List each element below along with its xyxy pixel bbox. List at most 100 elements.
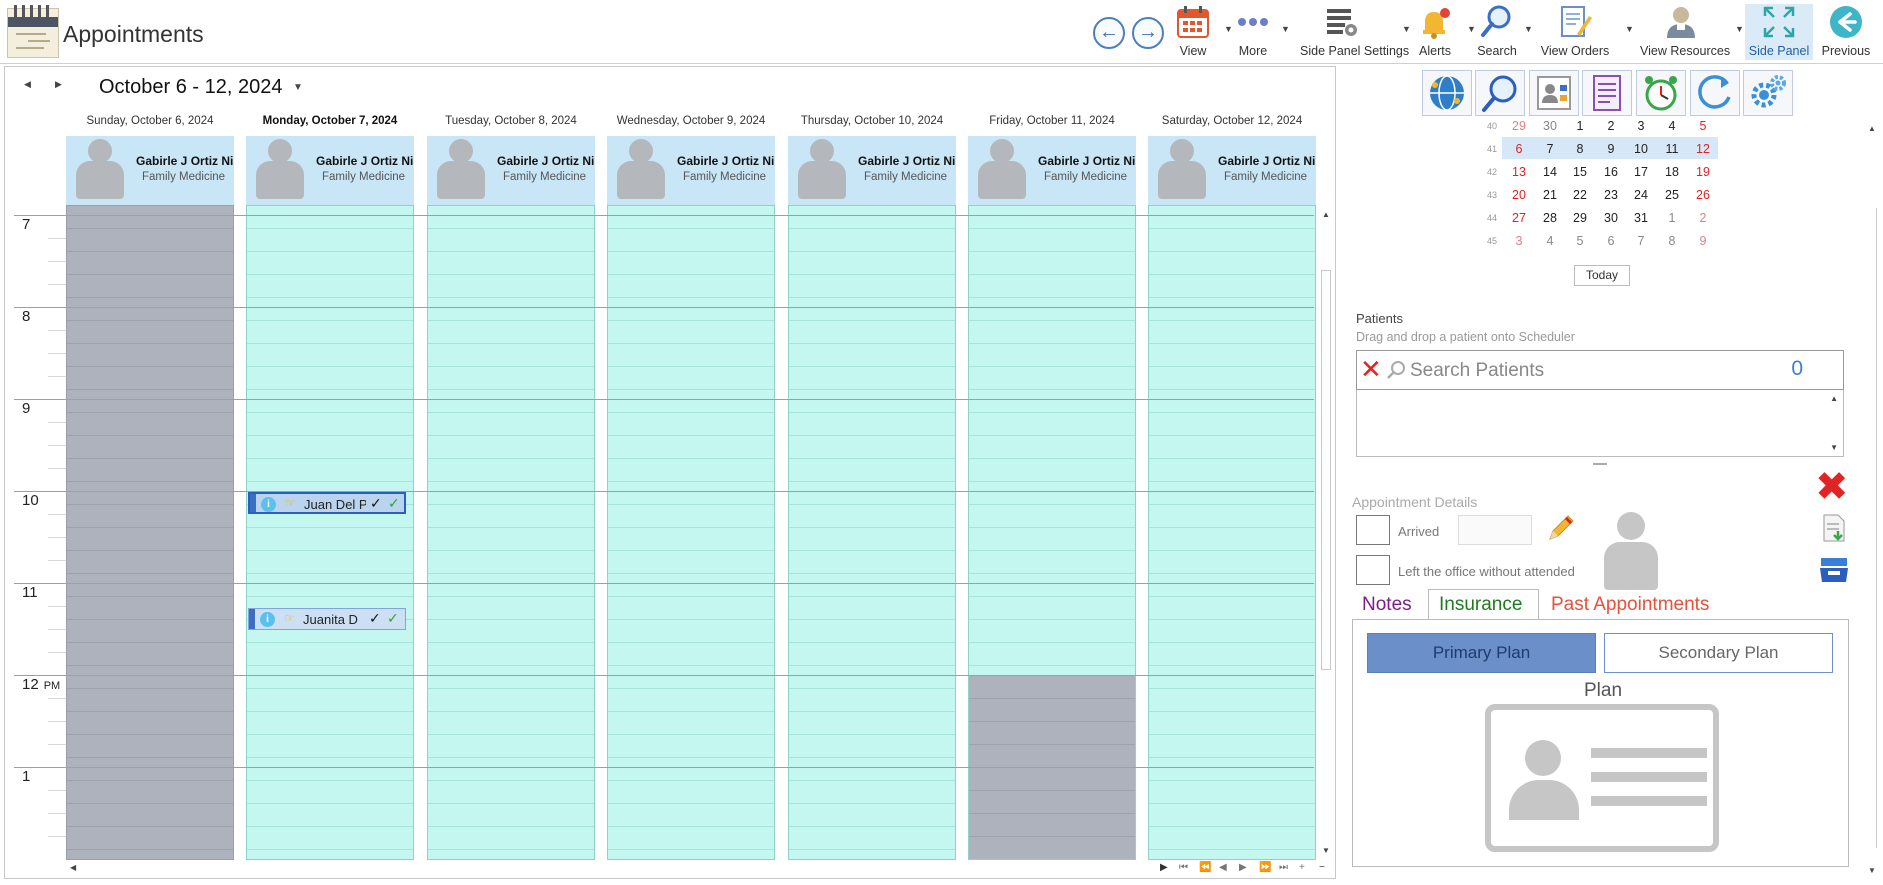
mini-calendar-day[interactable]: 16 <box>1596 165 1626 179</box>
clipboard-icon[interactable] <box>1582 70 1632 116</box>
next-page-icon[interactable]: ⏩ <box>1259 862 1271 873</box>
mini-calendar-day[interactable]: 8 <box>1657 234 1687 248</box>
alerts-button[interactable]: Alerts <box>1415 4 1455 60</box>
caret-right-icon[interactable]: ▶ <box>55 79 62 90</box>
previous-week-arrow-icon[interactable]: ← <box>1093 17 1125 49</box>
search-patients-input[interactable] <box>1410 358 1740 384</box>
patient-list[interactable]: ▲ ▼ <box>1356 390 1844 457</box>
clear-search-icon[interactable]: ✕ <box>1360 355 1382 383</box>
scheduler-vertical-scrollbar[interactable]: ▲ ▼ <box>1318 205 1334 860</box>
mini-calendar-day[interactable]: 28 <box>1535 211 1565 225</box>
archive-tray-icon[interactable] <box>1818 556 1850 584</box>
mini-calendar-day[interactable]: 7 <box>1535 142 1565 156</box>
left-without-attended-checkbox[interactable] <box>1356 555 1390 585</box>
mini-calendar-day[interactable]: 3 <box>1504 234 1534 248</box>
mini-calendar-day[interactable]: 24 <box>1626 188 1656 202</box>
tab-notes[interactable]: Notes <box>1362 594 1412 616</box>
more-dropdown[interactable]: ▼ <box>1276 4 1290 60</box>
mini-calendar-day[interactable]: 12 <box>1688 142 1718 156</box>
first-page-icon[interactable]: ⏮ <box>1179 862 1188 873</box>
scrollbar-thumb[interactable] <box>1321 270 1331 670</box>
mini-calendar-day[interactable]: 10 <box>1626 142 1656 156</box>
mini-calendar-day[interactable]: 8 <box>1565 142 1595 156</box>
scroll-down-icon[interactable]: ▼ <box>1868 866 1876 875</box>
mini-calendar-day[interactable]: 22 <box>1565 188 1595 202</box>
arrived-time-field[interactable] <box>1458 515 1532 545</box>
mini-calendar-day[interactable]: 19 <box>1688 165 1718 179</box>
mini-calendar-day[interactable]: 14 <box>1535 165 1565 179</box>
refresh-icon[interactable] <box>1690 70 1740 116</box>
mini-calendar-day[interactable]: 18 <box>1657 165 1687 179</box>
primary-plan-button[interactable]: Primary Plan <box>1367 633 1596 673</box>
day-column-friday[interactable] <box>968 205 1136 860</box>
search-button[interactable]: Search <box>1477 4 1517 60</box>
view-resources-button[interactable]: View Resources <box>1640 4 1730 60</box>
mini-calendar-day[interactable]: 5 <box>1565 234 1595 248</box>
previous-icon[interactable]: ◀ <box>1219 862 1227 873</box>
caret-left-icon[interactable]: ◀ <box>24 79 31 90</box>
arrived-checkbox[interactable] <box>1356 515 1390 545</box>
scroll-right-icon[interactable]: ▶ <box>1160 862 1168 873</box>
alarm-clock-icon[interactable] <box>1636 70 1686 116</box>
view-orders-button[interactable]: View Orders <box>1541 4 1609 60</box>
resource-header[interactable]: Gabirle J Ortiz Ni Family Medicine <box>246 136 414 206</box>
mini-calendar-day[interactable]: 2 <box>1596 119 1626 133</box>
chevron-down-icon[interactable]: ▼ <box>293 82 303 93</box>
export-document-icon[interactable] <box>1822 513 1848 543</box>
previous-page-icon[interactable]: ⏪ <box>1199 862 1211 873</box>
mini-calendar-day[interactable]: 2 <box>1688 211 1718 225</box>
mini-calendar-day[interactable]: 4 <box>1657 119 1687 133</box>
mini-calendar-day[interactable]: 5 <box>1688 119 1718 133</box>
scroll-left-icon[interactable]: ◀ <box>70 863 76 872</box>
previous-button[interactable]: Previous <box>1822 4 1870 60</box>
appointment-block[interactable]: i ☞ Juanita D ✓ ✓ <box>248 608 406 630</box>
resource-header[interactable]: Gabirle J Ortiz Ni Family Medicine <box>1148 136 1316 206</box>
resource-header[interactable]: Gabirle J Ortiz Ni Family Medicine <box>788 136 956 206</box>
mini-calendar-day[interactable]: 1 <box>1565 119 1595 133</box>
panel-splitter[interactable] <box>1593 463 1607 465</box>
day-column-wednesday[interactable] <box>607 205 775 860</box>
info-icon[interactable]: i <box>261 497 276 512</box>
mini-calendar-day[interactable]: 6 <box>1504 142 1534 156</box>
day-column-sunday[interactable] <box>66 205 234 860</box>
scroll-down-icon[interactable]: ▼ <box>1830 443 1838 452</box>
side-panel-toggle-button[interactable]: Side Panel <box>1745 4 1813 60</box>
resource-header[interactable]: Gabirle J Ortiz Ni Family Medicine <box>66 136 234 206</box>
mini-calendar-day[interactable]: 6 <box>1596 234 1626 248</box>
day-column-tuesday[interactable] <box>427 205 595 860</box>
mini-calendar-day[interactable]: 30 <box>1535 119 1565 133</box>
view-button[interactable]: View <box>1172 4 1214 60</box>
mini-calendar-day[interactable]: 30 <box>1596 211 1626 225</box>
scroll-down-icon[interactable]: ▼ <box>1322 846 1330 855</box>
today-button[interactable]: Today <box>1574 265 1630 286</box>
scheduler-horizontal-scrollbar[interactable]: ◀ <box>66 860 1316 876</box>
appointment-block[interactable]: i ☞ Juan Del P ✓ ✓ <box>248 492 406 514</box>
mini-calendar-day[interactable]: 9 <box>1596 142 1626 156</box>
side-panel-scrollbar[interactable]: ▲ ▼ <box>1864 118 1880 880</box>
mini-calendar-day[interactable]: 29 <box>1565 211 1595 225</box>
resource-header[interactable]: Gabirle J Ortiz Ni Family Medicine <box>968 136 1136 206</box>
mini-calendar-day[interactable]: 26 <box>1688 188 1718 202</box>
tab-insurance[interactable]: Insurance <box>1439 594 1522 616</box>
next-icon[interactable]: ▶ <box>1239 862 1247 873</box>
mini-calendar-day[interactable]: 3 <box>1626 119 1656 133</box>
patient-card-icon[interactable] <box>1529 70 1579 116</box>
mini-calendar-day[interactable]: 31 <box>1626 211 1656 225</box>
mini-calendar-day[interactable]: 4 <box>1535 234 1565 248</box>
date-range-label[interactable]: October 6 - 12, 2024 <box>99 76 282 99</box>
magnifier-icon[interactable] <box>1475 70 1525 116</box>
view-orders-dropdown[interactable]: ▼ <box>1620 4 1634 60</box>
side-panel-settings-button[interactable]: Side Panel Settings <box>1300 4 1409 60</box>
day-column-saturday[interactable] <box>1148 205 1316 860</box>
resource-header[interactable]: Gabirle J Ortiz Ni Family Medicine <box>427 136 595 206</box>
mini-calendar-day[interactable]: 11 <box>1657 142 1687 156</box>
remove-resource-icon[interactable]: − <box>1319 862 1325 873</box>
day-column-monday[interactable] <box>246 205 414 860</box>
mini-calendar-day[interactable]: 15 <box>1565 165 1595 179</box>
last-page-icon[interactable]: ⏭ <box>1279 862 1288 873</box>
search-dropdown[interactable]: ▼ <box>1519 4 1533 60</box>
resource-header[interactable]: Gabirle J Ortiz Ni Family Medicine <box>607 136 775 206</box>
mini-calendar-day[interactable]: 21 <box>1535 188 1565 202</box>
settings-gears-icon[interactable] <box>1743 70 1793 116</box>
more-button[interactable]: More <box>1232 4 1274 60</box>
